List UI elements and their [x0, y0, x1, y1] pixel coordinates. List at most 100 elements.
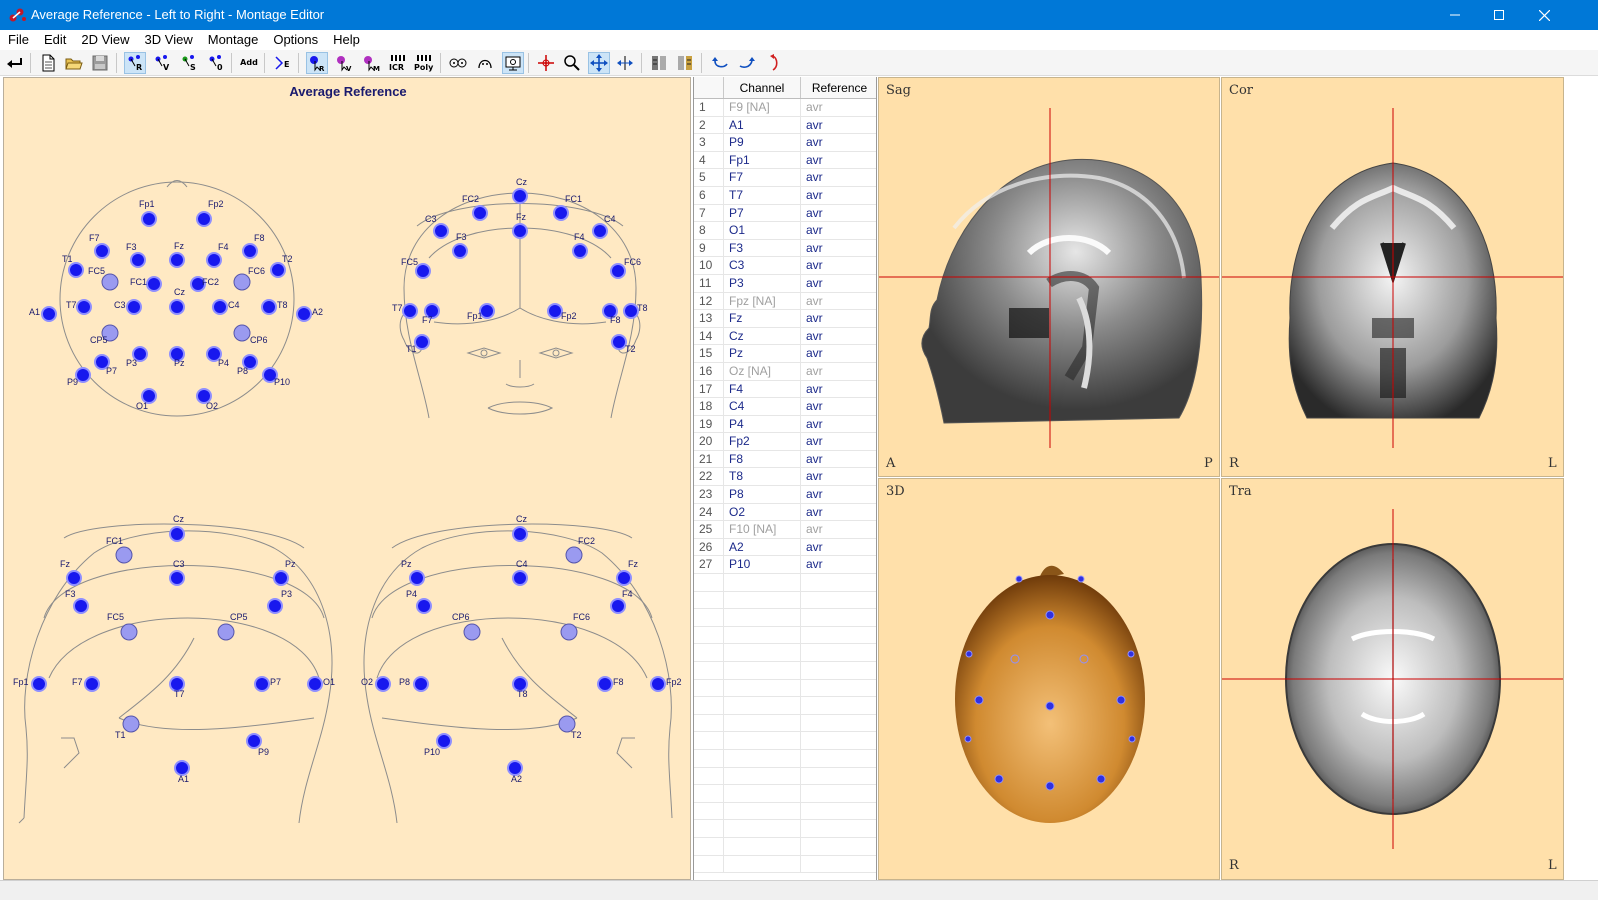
- electrode-left[interactable]: Fp1: [13, 676, 47, 692]
- row-channel[interactable]: A2: [724, 538, 801, 556]
- icr-button[interactable]: ICR: [387, 52, 409, 74]
- row-channel[interactable]: Fz: [724, 310, 801, 327]
- row-channel[interactable]: O2: [724, 503, 801, 521]
- fit-width-button[interactable]: [614, 52, 636, 74]
- table-row[interactable]: 3 P9 avr: [694, 134, 876, 152]
- electrode-dot[interactable]: [270, 262, 286, 278]
- electrode-top[interactable]: A2: [296, 306, 323, 322]
- electrode-dot[interactable]: [76, 299, 92, 315]
- electrode-dot[interactable]: [174, 760, 190, 776]
- electrode-top[interactable]: Pz: [169, 346, 185, 368]
- electrode-dot[interactable]: [416, 598, 432, 614]
- electrode-top[interactable]: FC5: [88, 266, 119, 291]
- row-channel[interactable]: Pz: [724, 345, 801, 362]
- table-row[interactable]: 19 P4 avr: [694, 415, 876, 434]
- electrode-top[interactable]: F4: [206, 242, 229, 268]
- table-row[interactable]: 15 Pz avr: [694, 345, 876, 363]
- electrode-top[interactable]: CP6: [233, 324, 268, 345]
- electrode-dot[interactable]: [413, 676, 429, 692]
- table-row[interactable]: 21 F8 avr: [694, 450, 876, 469]
- back-button[interactable]: [4, 52, 26, 74]
- electrode-dot[interactable]: [610, 263, 626, 279]
- row-channel[interactable]: P8: [724, 486, 801, 503]
- electrode-top[interactable]: FC1: [130, 276, 162, 292]
- row-reference[interactable]: avr: [801, 152, 876, 169]
- electrode-right[interactable]: FC2: [565, 536, 595, 564]
- electrode-dot[interactable]: [126, 299, 142, 315]
- electrode-dot[interactable]: [452, 243, 468, 259]
- table-row[interactable]: 13 Fz avr: [694, 310, 876, 328]
- table-row[interactable]: 16 Oz [NA] avr: [694, 362, 876, 381]
- electrode-front[interactable]: F4: [572, 232, 588, 259]
- electrode-dot[interactable]: [206, 252, 222, 268]
- electrode-dot[interactable]: [415, 263, 431, 279]
- electrode-dot[interactable]: [472, 205, 488, 221]
- electrode-right[interactable]: P10: [424, 733, 452, 757]
- electrode-dot[interactable]: [611, 334, 627, 350]
- close-button[interactable]: [1521, 0, 1567, 30]
- rotate-button[interactable]: [763, 52, 785, 74]
- menu-2d-view[interactable]: 2D View: [73, 30, 136, 50]
- electrode-left[interactable]: O1: [307, 676, 335, 692]
- electrode-dot[interactable]: [616, 570, 632, 586]
- move-cross-button[interactable]: [535, 52, 557, 74]
- electrode-left[interactable]: C3: [169, 559, 185, 586]
- electrode-front[interactable]: Fz: [512, 212, 528, 239]
- reference-v-button[interactable]: V: [151, 52, 173, 74]
- electrode-left[interactable]: P7: [254, 676, 281, 692]
- row-channel[interactable]: Fp1: [724, 151, 801, 169]
- table-row[interactable]: 1 F9 [NA] avr: [694, 99, 876, 117]
- electrode-top[interactable]: P3: [126, 346, 148, 368]
- row-channel[interactable]: Fpz [NA]: [724, 292, 801, 310]
- reference-s-button[interactable]: S: [178, 52, 200, 74]
- electrode-right[interactable]: Fp2: [650, 676, 682, 692]
- row-reference[interactable]: avr: [801, 99, 876, 116]
- row-reference[interactable]: avr: [801, 257, 876, 274]
- electrode-dot[interactable]: [273, 570, 289, 586]
- electrode-top[interactable]: T8: [261, 299, 288, 315]
- electrode-right[interactable]: Cz: [512, 514, 528, 542]
- menu-edit[interactable]: Edit: [36, 30, 73, 50]
- electrode-dot[interactable]: [130, 252, 146, 268]
- electrode-dot[interactable]: [41, 306, 57, 322]
- table-row[interactable]: 17 F4 avr: [694, 380, 876, 399]
- add-button[interactable]: Add: [238, 52, 260, 74]
- electrode-top[interactable]: O1: [136, 388, 157, 411]
- table-row[interactable]: 20 Fp2 avr: [694, 433, 876, 451]
- electrode-dot[interactable]: [296, 306, 312, 322]
- row-reference[interactable]: avr: [801, 433, 876, 450]
- electrode-dot[interactable]: [120, 623, 138, 641]
- table-row[interactable]: 4 Fp1 avr: [694, 151, 876, 170]
- electrode-top[interactable]: Fz: [169, 241, 185, 268]
- electrode-dot[interactable]: [254, 676, 270, 692]
- electrode-left[interactable]: P9: [246, 733, 269, 757]
- electrode-dot[interactable]: [547, 303, 563, 319]
- electrode-right[interactable]: P8: [399, 676, 429, 692]
- electrode-front[interactable]: F3: [452, 232, 468, 259]
- electrode-front[interactable]: Fp1: [467, 303, 495, 321]
- row-reference[interactable]: avr: [801, 117, 876, 134]
- save-button[interactable]: [89, 52, 111, 74]
- electrode-dot[interactable]: [101, 273, 119, 291]
- electrode-dot[interactable]: [141, 211, 157, 227]
- row-reference[interactable]: avr: [801, 398, 876, 415]
- electrode-left[interactable]: P3: [267, 589, 292, 614]
- electrode-dot[interactable]: [75, 367, 91, 383]
- electrode-left[interactable]: CP5: [217, 612, 248, 641]
- electrode-top[interactable]: P10: [262, 367, 290, 387]
- electrode-left[interactable]: Cz: [169, 514, 185, 542]
- screen-view-button[interactable]: [502, 52, 524, 74]
- electrode-dot[interactable]: [375, 676, 391, 692]
- new-button[interactable]: [37, 52, 59, 74]
- table-row[interactable]: 8 O1 avr: [694, 222, 876, 240]
- row-reference[interactable]: avr: [801, 345, 876, 362]
- row-channel[interactable]: C3: [724, 257, 801, 274]
- electrode-top[interactable]: F7: [89, 233, 110, 259]
- header-index[interactable]: [694, 77, 724, 98]
- electrode-top[interactable]: P4: [206, 346, 229, 368]
- electrode-left[interactable]: Fz: [60, 559, 82, 586]
- electrode-right[interactable]: Pz: [401, 559, 425, 586]
- electrode-left[interactable]: F7: [72, 676, 100, 692]
- coronal-view[interactable]: Cor R L: [1221, 77, 1564, 477]
- electrode-dot[interactable]: [402, 303, 418, 319]
